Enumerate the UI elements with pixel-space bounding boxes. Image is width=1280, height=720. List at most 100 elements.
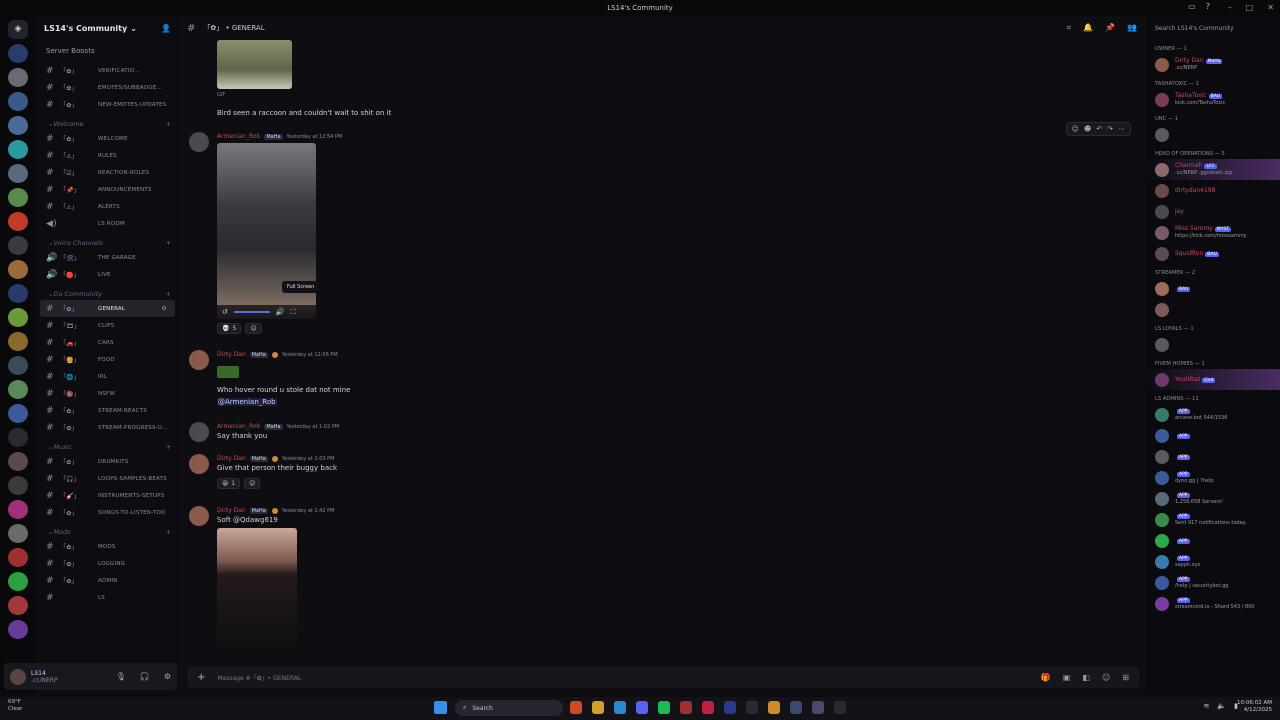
channel-item[interactable]: # 「✿」 DRUMKITS: [36, 453, 179, 470]
member-item[interactable]: APP: [1145, 530, 1280, 551]
avatar[interactable]: [189, 454, 209, 474]
chrome-icon[interactable]: [570, 701, 582, 714]
member-item[interactable]: APP sapph.xyz: [1145, 551, 1280, 572]
add-channel-icon[interactable]: +: [166, 239, 171, 247]
gif-image[interactable]: [217, 40, 292, 89]
emoji-icon[interactable]: ☻: [1084, 125, 1091, 133]
server-icon[interactable]: [8, 188, 28, 207]
member-item[interactable]: Charmah LFC .cc/NERP .gg/steelc.ipp: [1145, 159, 1280, 180]
terminal-icon[interactable]: [746, 701, 758, 714]
channel-item[interactable]: # 「✿」 NEW-EMOTES-UPDATES: [36, 96, 179, 113]
add-reaction-button[interactable]: ☺: [245, 323, 262, 334]
add-channel-icon[interactable]: +: [166, 120, 171, 128]
discord-icon[interactable]: [636, 701, 648, 714]
member-item[interactable]: APP arcane.bot 544/1536: [1145, 404, 1280, 425]
app-icon[interactable]: [834, 701, 846, 714]
edge-icon[interactable]: [614, 701, 626, 714]
server-icon[interactable]: [8, 164, 28, 183]
channel-item[interactable]: # 「🍔」 FOOD: [36, 351, 179, 368]
message-input[interactable]: Message #「✿」• GENERAL: [217, 673, 301, 682]
channel-item[interactable]: # 「🎧」 LOOPS-SAMPLES-BEATS: [36, 470, 179, 487]
photoshop-icon[interactable]: [724, 701, 736, 714]
gif-icon[interactable]: ▣: [1063, 673, 1071, 682]
channel-item[interactable]: ◀) LS ROOM: [36, 215, 179, 232]
avatar[interactable]: [189, 350, 209, 370]
channel-item[interactable]: # 「⚠」 ALERTS: [36, 198, 179, 215]
channel-item[interactable]: # 「✿」 ADMIN: [36, 572, 179, 589]
member-search-input[interactable]: Search LS14's Community: [1145, 16, 1280, 40]
member-item[interactable]: APP: [1145, 446, 1280, 467]
server-icon[interactable]: [8, 140, 28, 159]
member-item[interactable]: jay: [1145, 201, 1280, 222]
category-header[interactable]: ⌄ Mods +: [36, 521, 179, 538]
server-icon[interactable]: [8, 284, 28, 303]
channel-item[interactable]: # 「☑」 REACTION-ROLES: [36, 164, 179, 181]
member-item[interactable]: SquidRon BAU: [1145, 243, 1280, 264]
server-icon[interactable]: [8, 452, 28, 471]
add-channel-icon[interactable]: +: [166, 528, 171, 536]
app-icon[interactable]: [812, 701, 824, 714]
taskbar-search[interactable]: ⌕ Search: [455, 700, 563, 716]
avatar[interactable]: [189, 422, 209, 442]
volume-icon[interactable]: 🔊: [276, 308, 285, 316]
server-icon[interactable]: [8, 428, 28, 447]
maximize-button[interactable]: □: [1246, 3, 1254, 12]
server-icon[interactable]: [8, 308, 28, 327]
member-item[interactable]: APP/help | securitybot.gg: [1145, 572, 1280, 593]
add-reaction-button[interactable]: ☺: [244, 478, 261, 489]
member-item[interactable]: dirtydan4198: [1145, 180, 1280, 201]
settings-gear-icon[interactable]: ⚙: [164, 672, 171, 681]
reply-icon[interactable]: ↶: [1096, 125, 1102, 133]
channel-item[interactable]: # 「⚠」 RULES: [36, 147, 179, 164]
minimize-button[interactable]: –: [1228, 3, 1232, 12]
apps-icon[interactable]: ⊞: [1122, 673, 1129, 682]
server-header[interactable]: LS14's Community ⌄ 👤: [36, 16, 179, 40]
forward-icon[interactable]: ↷: [1107, 125, 1113, 133]
bell-icon[interactable]: 🔔: [1083, 23, 1093, 33]
member-item[interactable]: YoutiRaz God: [1145, 369, 1280, 390]
channel-item[interactable]: # 「📌」 ANNOUNCEMENTS: [36, 181, 179, 198]
channel-item[interactable]: # 「✿」 SONGS-TO-LISTEN-TOO: [36, 504, 179, 521]
member-item[interactable]: TashaToxic BAU kick.com/TashaToxic: [1145, 89, 1280, 110]
replay-icon[interactable]: ↺: [222, 308, 228, 316]
server-icon[interactable]: [8, 572, 28, 591]
avatar[interactable]: [189, 132, 209, 152]
category-header[interactable]: ⌄ Da Community +: [36, 283, 179, 300]
wifi-icon[interactable]: ≋: [1204, 702, 1210, 710]
add-channel-icon[interactable]: +: [166, 290, 171, 298]
close-button[interactable]: ✕: [1267, 3, 1274, 12]
clock[interactable]: 10:06:02 AM 4/12/2025: [1237, 700, 1272, 714]
reaction-button[interactable]: 😆 1: [217, 478, 241, 489]
server-icon[interactable]: [8, 236, 28, 255]
server-icon[interactable]: [8, 596, 28, 615]
username[interactable]: Armenian_Rob: [217, 423, 260, 430]
server-icon[interactable]: [8, 332, 28, 351]
server-icon[interactable]: [8, 116, 28, 135]
member-item[interactable]: APP Sent 917 notifications today.: [1145, 509, 1280, 530]
member-item[interactable]: APP 1,258,658 Servers!: [1145, 488, 1280, 509]
avatar[interactable]: [189, 506, 209, 526]
more-icon[interactable]: ⋯: [1118, 125, 1125, 133]
inbox-icon[interactable]: ▭: [1188, 2, 1196, 11]
channel-item[interactable]: # 「✿」 MODS: [36, 538, 179, 555]
volume-icon[interactable]: 🔈: [1217, 702, 1226, 710]
channel-item[interactable]: # 「✿」 STREAM-REACTS: [36, 402, 179, 419]
server-icon[interactable]: [8, 476, 28, 495]
threads-icon[interactable]: ⌗: [1067, 23, 1072, 33]
channel-item[interactable]: # 「🎞」 CLIPS: [36, 317, 179, 334]
channel-item[interactable]: # 「✿」 GENERAL ⚙: [40, 300, 175, 317]
username[interactable]: Armenian_Rob: [217, 133, 260, 140]
server-icon[interactable]: [8, 260, 28, 279]
channel-item[interactable]: # 「🌐」 IRL: [36, 368, 179, 385]
member-item[interactable]: APP: [1145, 425, 1280, 446]
add-member-icon[interactable]: 👤: [161, 24, 171, 33]
username[interactable]: Dirty Dan: [217, 351, 246, 358]
username[interactable]: Dirty Dan: [217, 507, 246, 514]
spotify-icon[interactable]: [658, 701, 670, 714]
channel-item[interactable]: 🔊 「🛠」 THE GARAGE: [36, 249, 179, 266]
home-button[interactable]: ◈: [8, 20, 28, 39]
category-header[interactable]: ⌄ Welcome +: [36, 113, 179, 130]
channel-item[interactable]: 🔊 「🔴」 LIVE: [36, 266, 179, 283]
add-channel-icon[interactable]: +: [166, 443, 171, 451]
channel-settings-icon[interactable]: ⚙: [161, 305, 167, 312]
